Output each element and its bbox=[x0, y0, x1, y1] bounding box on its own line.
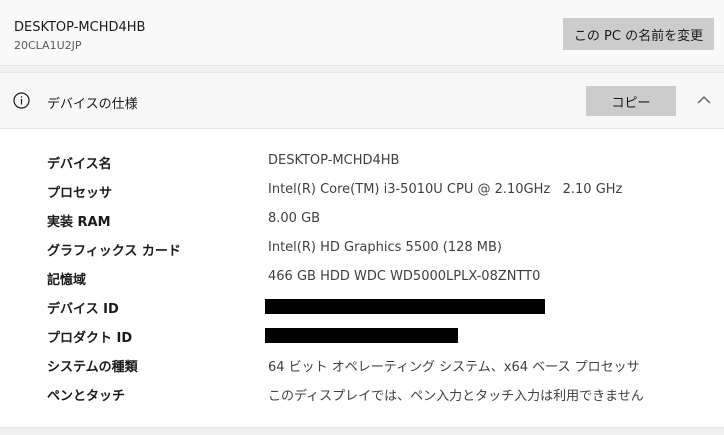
spec-row-graphics: グラフィックス カード Intel(R) HD Graphics 5500 (1… bbox=[0, 234, 724, 263]
spec-row-ram: 実装 RAM 8.00 GB bbox=[0, 205, 724, 234]
copy-button[interactable]: コピー bbox=[586, 86, 676, 116]
spec-label: ペンとタッチ bbox=[47, 389, 126, 404]
bottom-strip bbox=[0, 428, 724, 435]
spec-label: 実装 RAM bbox=[47, 215, 111, 230]
spec-label: システムの種類 bbox=[47, 360, 138, 375]
spec-value: 466 GB HDD WDC WD5000LPLX-08ZNTT0 bbox=[268, 269, 541, 284]
spec-value: DESKTOP-MCHD4HB bbox=[268, 153, 400, 168]
chevron-up-icon[interactable] bbox=[696, 94, 712, 106]
device-header: DESKTOP-MCHD4HB 20CLA1U2JP この PC の名前を変更 bbox=[0, 0, 724, 66]
spec-row-processor: プロセッサ Intel(R) Core(TM) i3-5010U CPU @ 2… bbox=[0, 176, 724, 205]
spec-value: Intel(R) HD Graphics 5500 (128 MB) bbox=[268, 240, 502, 255]
spec-row-system-type: システムの種類 64 ビット オペレーティング システム、x64 ベース プロセ… bbox=[0, 350, 724, 379]
device-name-text: DESKTOP-MCHD4HB bbox=[14, 20, 146, 35]
spec-label: デバイス名 bbox=[47, 157, 112, 172]
spec-value: このディスプレイでは、ペン入力とタッチ入力は利用できません bbox=[268, 389, 644, 404]
spec-label: プロセッサ bbox=[47, 186, 113, 201]
spec-row-storage: 記憶域 466 GB HDD WDC WD5000LPLX-08ZNTT0 bbox=[0, 263, 724, 292]
spec-row-product-id: プロダクト ID bbox=[0, 321, 724, 350]
device-model-text: 20CLA1U2JP bbox=[14, 39, 82, 52]
spec-row-device-id: デバイス ID bbox=[0, 292, 724, 321]
spec-label: プロダクト ID bbox=[47, 331, 133, 346]
device-spec-header[interactable]: デバイスの仕様 コピー bbox=[0, 73, 724, 129]
section-title: デバイスの仕様 bbox=[47, 97, 138, 112]
redacted-device-id bbox=[265, 299, 545, 314]
spec-row-device-name: デバイス名 DESKTOP-MCHD4HB bbox=[0, 147, 724, 176]
spec-label: 記憶域 bbox=[47, 273, 87, 288]
spec-value: Intel(R) Core(TM) i3-5010U CPU @ 2.10GHz… bbox=[268, 182, 623, 197]
rename-pc-button[interactable]: この PC の名前を変更 bbox=[563, 18, 714, 50]
spec-row-pen-touch: ペンとタッチ このディスプレイでは、ペン入力とタッチ入力は利用できません bbox=[0, 379, 724, 408]
redacted-product-id bbox=[265, 328, 458, 343]
info-icon bbox=[13, 92, 30, 109]
device-spec-panel: デバイスの仕様 コピー デバイス名 DESKTOP-MCHD4HB プロセッサ … bbox=[0, 72, 724, 428]
spec-value: 64 ビット オペレーティング システム、x64 ベース プロセッサ bbox=[268, 360, 640, 375]
spec-label: デバイス ID bbox=[47, 302, 119, 317]
spec-label: グラフィックス カード bbox=[47, 244, 181, 259]
spec-value: 8.00 GB bbox=[268, 211, 321, 226]
